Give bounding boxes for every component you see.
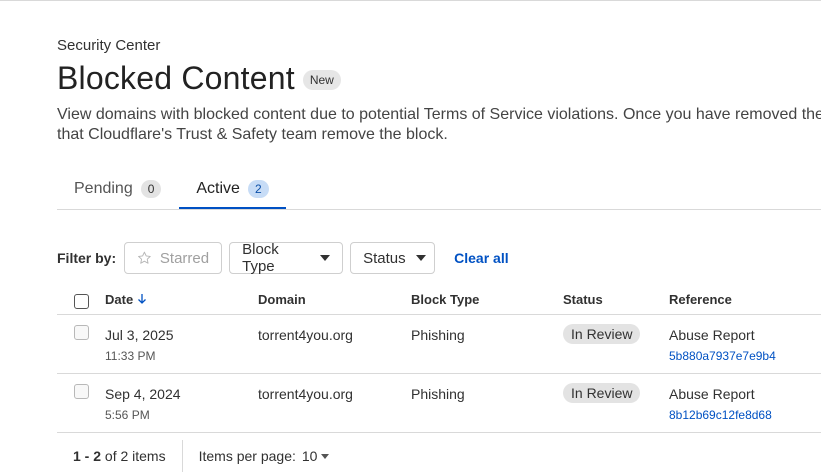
chevron-down-icon [321, 453, 330, 459]
pagination-range-bold: 1 - 2 [73, 448, 102, 464]
reference-cell: Abuse Report 5b880a7937e7e9b4 [669, 327, 776, 363]
status-badge: In Review [563, 383, 641, 403]
page-title: Blocked Content [57, 60, 295, 96]
chevron-down-icon [415, 255, 426, 261]
table-row: Sep 4, 2024 5:56 PM torrent4you.org Phis… [57, 374, 821, 433]
column-reference: Reference [669, 292, 732, 307]
tab-bar: Pending 0 Active 2 [57, 170, 821, 210]
block-type-cell: Phishing [411, 327, 465, 343]
column-domain: Domain [258, 292, 306, 307]
top-divider [0, 0, 821, 1]
tab-pending-label: Pending [74, 180, 133, 197]
tab-active[interactable]: Active 2 [179, 170, 286, 208]
row-time: 11:33 PM [105, 349, 156, 363]
new-badge: New [302, 69, 341, 90]
reference-cell: Abuse Report 8b12b69c12fe8d68 [669, 386, 772, 422]
filter-bar: Filter by: Starred Block Type Status Cle… [57, 241, 509, 275]
reference-id-link[interactable]: 8b12b69c12fe8d68 [669, 408, 772, 422]
starred-filter-button[interactable]: Starred [124, 242, 223, 274]
column-date-label: Date [105, 292, 134, 307]
tab-active-label: Active [196, 180, 240, 197]
column-date[interactable]: Date [105, 292, 147, 307]
status-filter-dropdown[interactable]: Status [350, 242, 436, 274]
row-time: 5:56 PM [105, 408, 150, 422]
active-tab-indicator [179, 207, 286, 209]
chevron-down-icon [320, 255, 331, 261]
tab-active-count: 2 [247, 180, 269, 198]
row-date: Jul 3, 2025 [105, 327, 174, 343]
reference-id-link[interactable]: 5b880a7937e7e9b4 [669, 349, 776, 363]
date-cell: Sep 4, 2024 5:56 PM [105, 386, 181, 422]
title-row: Blocked Content New [57, 60, 341, 97]
clear-all-link[interactable]: Clear all [454, 250, 508, 266]
star-icon [138, 251, 151, 264]
block-type-filter-label: Block Type [242, 241, 279, 275]
status-badge: In Review [563, 324, 641, 344]
pagination-bar: 1 - 2 of 2 items Items per page: 10 [57, 440, 330, 472]
row-date: Sep 4, 2024 [105, 386, 181, 402]
tab-pending-count: 0 [140, 180, 162, 198]
status-filter-label: Status [363, 249, 406, 267]
page-description: View domains with blocked content due to… [57, 105, 821, 145]
table-row: Jul 3, 2025 11:33 PM torrent4you.org Phi… [57, 315, 821, 374]
row-checkbox[interactable] [74, 384, 89, 399]
sort-arrow-icon [138, 294, 147, 304]
domain-cell: torrent4you.org [258, 386, 353, 402]
select-all-checkbox[interactable] [74, 294, 89, 309]
date-cell: Jul 3, 2025 11:33 PM [105, 327, 174, 363]
row-checkbox[interactable] [74, 325, 89, 340]
filter-label: Filter by: [57, 250, 117, 266]
domain-cell: torrent4you.org [258, 327, 353, 343]
items-per-page-label: Items per page: [198, 448, 296, 464]
block-type-filter-dropdown[interactable]: Block Type [229, 241, 344, 275]
description-line-1: View domains with blocked content due to… [57, 106, 821, 123]
table-header: Date Domain Block Type Status Reference [57, 288, 821, 315]
reference-label: Abuse Report [669, 386, 755, 402]
block-type-cell: Phishing [411, 386, 465, 402]
reference-label: Abuse Report [669, 327, 755, 343]
tab-pending[interactable]: Pending 0 [74, 170, 162, 208]
pagination-range-rest: of 2 items [101, 448, 166, 464]
section-label: Security Center [57, 37, 161, 54]
column-block-type: Block Type [411, 292, 480, 307]
items-per-page-value: 10 [301, 448, 318, 464]
blocked-content-table: Date Domain Block Type Status Reference … [57, 288, 821, 433]
items-per-page-dropdown[interactable]: 10 [302, 448, 330, 464]
starred-filter-label: Starred [159, 249, 210, 267]
column-status: Status [563, 292, 603, 307]
pagination-range: 1 - 2 of 2 items [57, 448, 182, 464]
description-line-2: that Cloudflare's Trust & Safety team re… [57, 126, 448, 143]
items-per-page: Items per page: 10 [183, 448, 330, 464]
